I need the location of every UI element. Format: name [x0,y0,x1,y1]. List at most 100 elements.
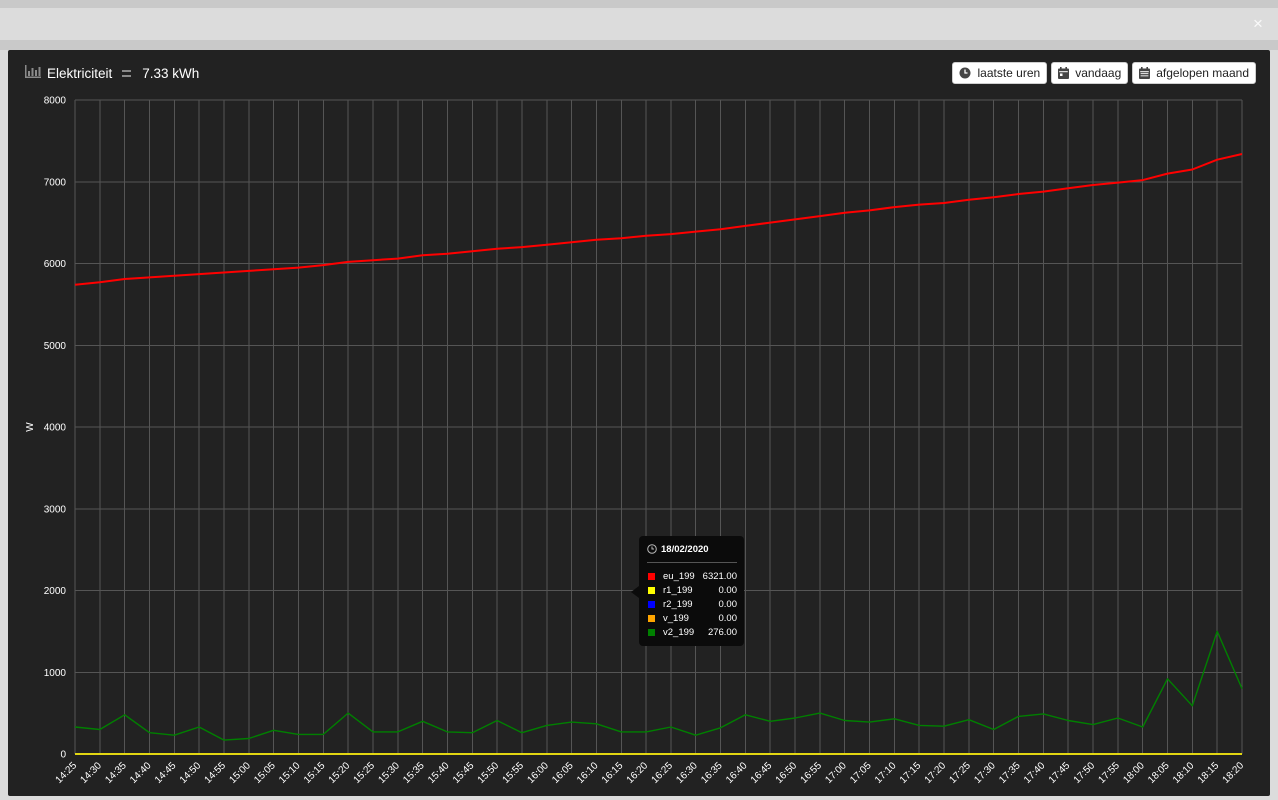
series-swatch [648,586,655,594]
x-tick-label: 16:35 [699,760,725,786]
calendar-icon [1139,67,1151,79]
x-tick-label: 17:00 [823,760,849,786]
x-tick-label: 15:05 [252,760,278,786]
last-month-label: afgelopen maand [1156,66,1249,80]
power-chart: 01000200030004000500060007000800014:25 14… [25,96,1246,786]
series-value: 6321.00 [702,570,737,582]
x-tick-label: 14:40 [128,760,154,786]
last-hours-button[interactable]: laatste uren [952,62,1048,84]
chart-title-label: Elektriciteit [47,65,113,81]
x-tick-label: 17:55 [1096,760,1122,786]
x-tick-label: 16:15 [600,760,626,786]
series-line-eu_199 [74,153,1243,286]
bar-chart-icon [25,65,41,81]
close-icon[interactable]: × [1250,14,1266,34]
y-tick-label: 2000 [44,586,67,597]
y-axis-label: W [25,422,36,432]
tooltip-row: r2_199 0.00 [648,597,737,611]
x-tick-label: 16:45 [749,760,775,786]
last-hours-label: laatste uren [977,66,1041,80]
x-tick-label: 17:35 [997,760,1023,786]
tooltip-row: r1_199 0.00 [648,583,737,597]
x-tick-label: 15:35 [401,760,427,786]
tooltip-date: 18/02/2020 [661,544,709,555]
chart-title: Elektriciteit 7.33 kWh [25,63,199,83]
tooltip-rows: eu_199 6321.00 r1_199 0.00 r2_199 0.00 v… [648,569,737,639]
series-swatch [648,572,655,580]
series-swatch [648,600,655,608]
tooltip-row: v2_199 276.00 [648,625,737,639]
x-tick-label: 17:45 [1047,760,1073,786]
x-tick-label: 16:20 [625,760,651,786]
x-tick-label: 15:00 [227,760,253,786]
tooltip-arrow [631,586,639,598]
x-tick-label: 18:15 [1196,760,1222,786]
series-value: 0.00 [718,612,738,624]
x-tick-label: 15:40 [426,760,452,786]
calendar-icon [1058,67,1070,79]
x-tick-label: 16:00 [525,760,551,786]
series-value: 0.00 [718,598,738,610]
x-tick-label: 18:00 [1121,760,1147,786]
today-button[interactable]: vandaag [1051,62,1129,84]
series-name: eu_199 [663,570,695,582]
y-tick-label: 4000 [44,423,67,434]
x-tick-label: 15:20 [327,760,353,786]
x-tick-label: 16:50 [774,760,800,786]
x-tick-label: 18:05 [1146,760,1172,786]
x-tick-label: 14:30 [78,760,104,786]
clock-icon [959,67,971,79]
x-tick-label: 14:45 [153,760,179,786]
chart-tooltip: 18/02/2020 eu_199 6321.00 r1_199 0.00 r2… [631,536,744,646]
x-tick-label: 17:20 [923,760,949,786]
last-month-button[interactable]: afgelopen maand [1132,62,1256,84]
x-tick-label: 17:15 [898,760,924,786]
tooltip-row: v_199 0.00 [648,611,737,625]
series-swatch [648,628,655,636]
series-name: v_199 [663,612,689,624]
series-name: r1_199 [663,584,693,596]
y-tick-label: 5000 [44,341,67,352]
x-tick-label: 16:10 [575,760,601,786]
series-line-v2_199 [74,630,1243,741]
y-tick-label: 1000 [44,668,67,679]
x-tick-label: 14:35 [103,760,129,786]
x-tick-label: 17:10 [873,760,899,786]
equals-icon [122,69,132,77]
x-tick-label: 18:10 [1171,760,1197,786]
x-tick-label: 15:10 [277,760,303,786]
series-name: r2_199 [663,598,693,610]
x-tick-label: 17:50 [1072,760,1098,786]
tooltip-row: eu_199 6321.00 [648,569,737,583]
x-tick-label: 16:40 [724,760,750,786]
series-value: 0.00 [718,584,738,596]
series-name: v2_199 [663,626,695,638]
range-buttons: laatste uren vandaag afgelopen maand [952,62,1256,84]
x-tick-label: 16:30 [674,760,700,786]
x-tick-label: 15:50 [476,760,502,786]
y-tick-label: 8000 [44,96,67,107]
y-tick-label: 0 [60,750,66,761]
today-label: vandaag [1075,66,1122,80]
y-tick-label: 6000 [44,259,67,270]
x-tick-label: 15:45 [451,760,477,786]
series-value: 276.00 [707,626,737,638]
x-tick-label: 14:25 [54,760,80,786]
x-tick-label: 17:30 [972,760,998,786]
chart-total-value: 7.33 kWh [142,65,200,81]
x-tick-label: 15:15 [302,760,328,786]
x-tick-label: 16:55 [799,760,825,786]
y-tick-label: 7000 [44,177,67,188]
x-tick-label: 17:40 [1022,760,1048,786]
x-tick-label: 15:30 [376,760,402,786]
x-tick-label: 15:25 [352,760,378,786]
chart-modal: 0 1000 2000 3000 4000 5000 6000 7000 8000 14:25 14… [8,50,1270,796]
clock-icon [647,544,657,557]
x-tick-label: 16:05 [550,760,576,786]
x-tick-label: 15:55 [501,760,527,786]
series-swatch [648,614,655,622]
x-tick-label: 14:50 [178,760,204,786]
x-tick-label: 16:25 [650,760,676,786]
x-tick-label: 17:05 [848,760,874,786]
tooltip-header: 18/02/2020 [647,544,737,563]
